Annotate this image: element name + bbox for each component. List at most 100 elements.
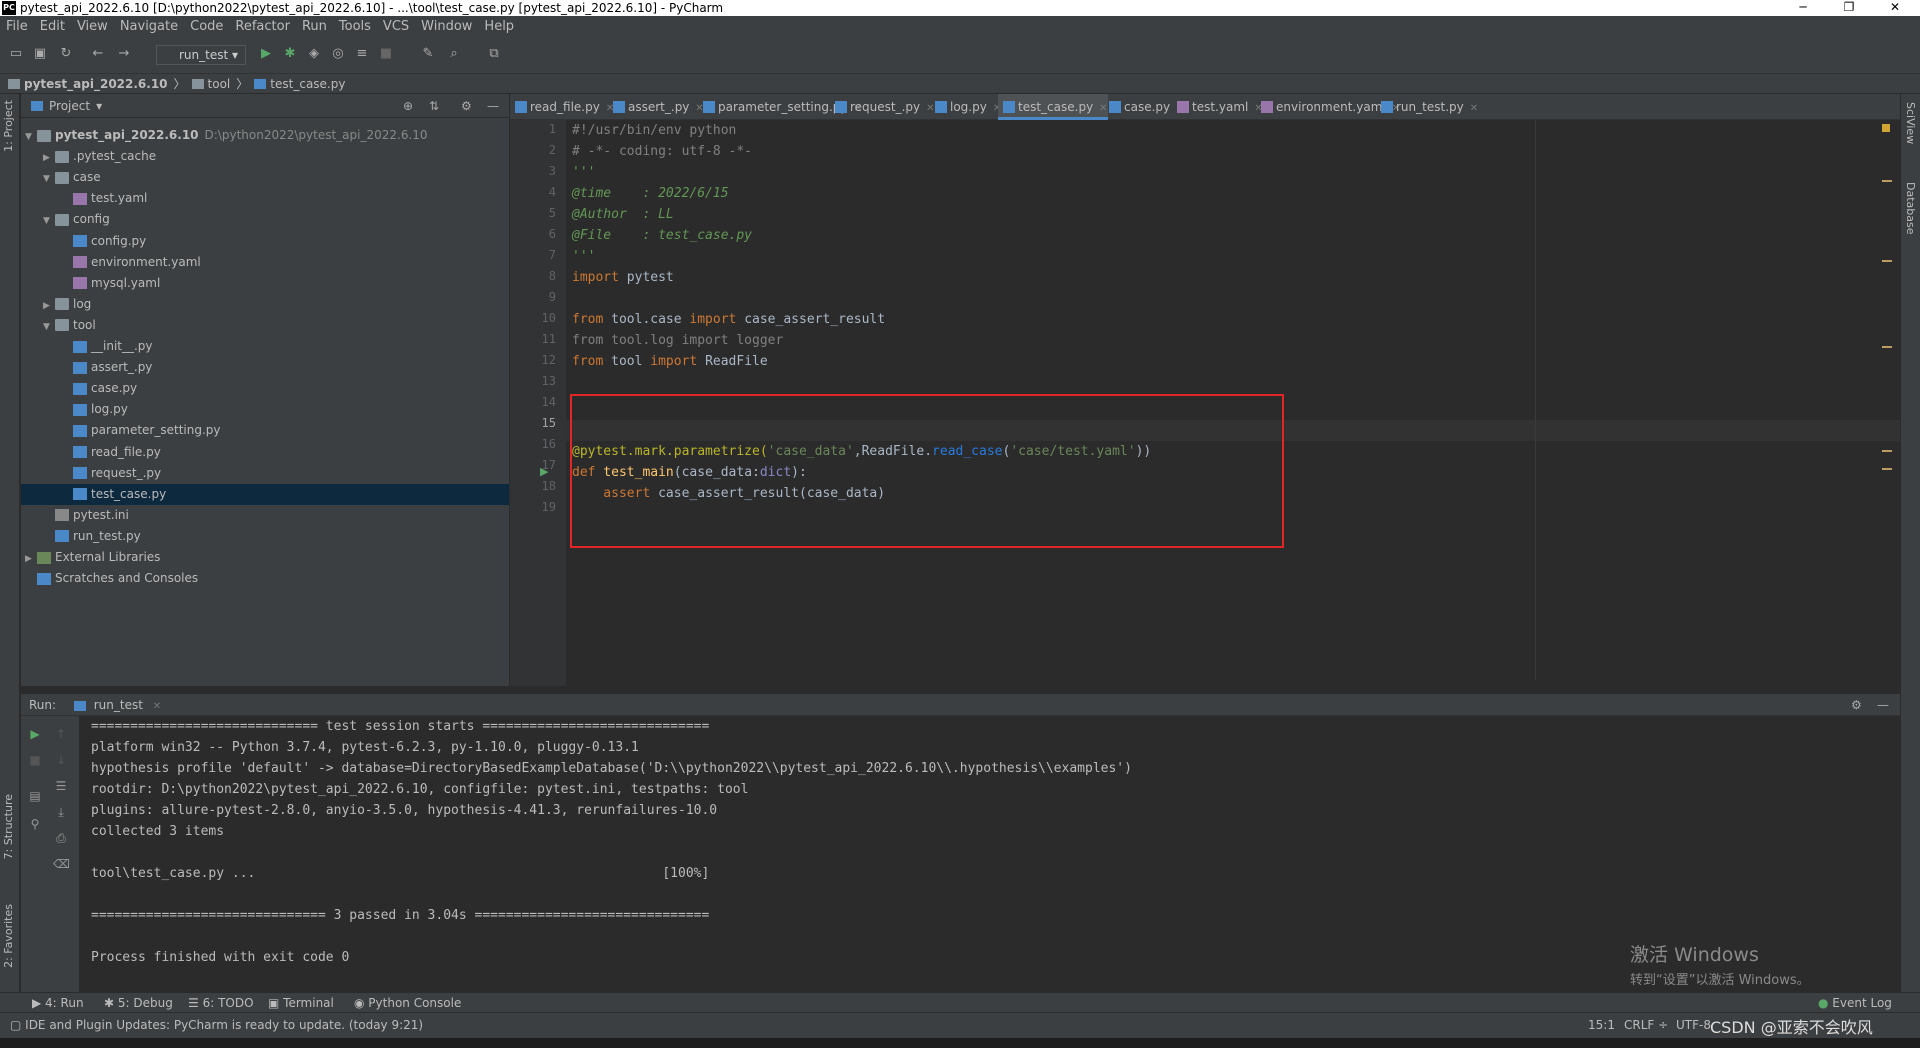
profile-icon[interactable]: ◎ [330, 46, 346, 62]
tree-item[interactable]: config.py [61, 231, 146, 252]
tree-item[interactable]: environment.yaml [61, 252, 201, 273]
tree-item[interactable]: ▼ config [43, 209, 110, 230]
code-line-6[interactable]: @File : test_case.py [572, 225, 752, 246]
warning-icon[interactable] [1882, 124, 1890, 132]
close-button[interactable]: ✕ [1872, 0, 1918, 16]
tab-todo[interactable]: ☰ 6: TODO [188, 993, 254, 1013]
code-line-7[interactable]: ''' [572, 246, 595, 267]
menu-refactor[interactable]: Refactor [235, 19, 290, 34]
tab-run[interactable]: ▶ 4: Run [32, 993, 84, 1013]
run-icon[interactable]: ▶ [258, 46, 274, 62]
sciview-tool-tab[interactable]: SciView [1904, 102, 1917, 144]
chevron-right-icon[interactable]: ▶ [25, 549, 37, 570]
chevron-right-icon[interactable]: ▶ [43, 296, 55, 317]
menu-file[interactable]: File [6, 19, 28, 34]
tree-item[interactable]: log.py [61, 399, 128, 420]
menu-window[interactable]: Window [421, 19, 472, 34]
close-icon[interactable]: ✕ [153, 701, 161, 712]
tree-item[interactable]: assert_.py [61, 357, 152, 378]
code-line-12[interactable]: from tool import ReadFile [572, 351, 768, 372]
tree-item[interactable]: ▶ External Libraries [25, 547, 160, 568]
breadcrumb-project[interactable]: pytest_api_2022.6.10 [24, 77, 168, 91]
code-line-4[interactable]: @time : 2022/6/15 [572, 183, 729, 204]
trash-icon[interactable]: ⌫ [53, 856, 70, 872]
tree-item[interactable]: request_.py [61, 463, 161, 484]
chevron-down-icon[interactable]: ▾ [96, 99, 102, 113]
code-line-1[interactable]: #!/usr/bin/env python [572, 120, 736, 141]
scroll-marker[interactable] [1882, 346, 1892, 348]
breadcrumb-tool[interactable]: tool [208, 77, 231, 91]
tab-file[interactable]: request_.py ✕ [830, 94, 935, 120]
forward-icon[interactable]: → [116, 46, 132, 62]
tab-file[interactable]: test.yaml ✕ [1172, 94, 1263, 120]
favorites-tool-tab[interactable]: 2: Favorites [2, 904, 15, 968]
code-line-8[interactable]: import pytest [572, 267, 674, 288]
structure-tool-tab[interactable]: 7: Structure [2, 794, 15, 859]
chevron-down-icon[interactable]: ▼ [43, 169, 55, 190]
console-output[interactable]: ============================= test sessi… [91, 716, 1132, 968]
sync-icon[interactable]: ↻ [58, 46, 74, 62]
code-line-5[interactable]: @Author : LL [572, 204, 674, 225]
code-line-11[interactable]: from tool.log import logger [572, 330, 783, 351]
status-panel-icon[interactable]: ▢ [10, 1018, 25, 1032]
up-icon[interactable]: ↑ [53, 726, 69, 742]
tab-file[interactable]: read_file.py ✕ [510, 94, 614, 120]
tab-file[interactable]: log.py✕ [930, 94, 1001, 120]
stop-icon[interactable]: ■ [378, 46, 394, 62]
collapse-icon[interactable]: ⇅ [429, 99, 439, 113]
scroll-marker[interactable] [1882, 260, 1892, 262]
run-config-select[interactable]: run_test ▾ [156, 45, 246, 65]
menu-run[interactable]: Run [302, 19, 327, 34]
restore-button[interactable]: ❐ [1826, 0, 1872, 16]
scroll-marker[interactable] [1882, 450, 1892, 452]
tree-item[interactable]: case.py [61, 378, 137, 399]
tab-terminal[interactable]: ▣ Terminal [268, 993, 334, 1013]
tab-python-console[interactable]: ◉ Python Console [354, 993, 461, 1013]
rerun-icon[interactable]: ▶ [27, 726, 43, 742]
tab-file[interactable]: test_case.py ✕ [998, 94, 1108, 120]
tree-item[interactable]: ▼ case [43, 167, 101, 188]
open-folder-icon[interactable]: ▭ [8, 46, 24, 62]
gear-icon[interactable]: ⚙ [461, 99, 472, 113]
menu-code[interactable]: Code [190, 19, 223, 34]
menu-view[interactable]: View [77, 19, 108, 34]
menu-edit[interactable]: Edit [40, 19, 65, 34]
search-icon[interactable]: ⌕ [446, 46, 462, 62]
layout-icon[interactable]: ▤ [27, 788, 43, 804]
breadcrumb-file[interactable]: test_case.py [270, 77, 345, 91]
tree-item[interactable]: parameter_setting.py [61, 420, 221, 441]
tree-item[interactable]: __init__.py [61, 336, 153, 357]
tree-item[interactable]: pytest.ini [43, 505, 129, 526]
tab-debug[interactable]: ✱ 5: Debug [104, 993, 173, 1013]
chevron-down-icon[interactable]: ▼ [43, 211, 55, 232]
tree-item[interactable]: ▼ tool [43, 315, 96, 336]
concurrency-icon[interactable]: ≡ [354, 46, 370, 62]
code-line-3[interactable]: ''' [572, 162, 595, 183]
soft-wrap-icon[interactable]: ☰ [53, 778, 69, 794]
save-icon[interactable]: ▣ [32, 46, 48, 62]
run-gutter-icon[interactable]: ▶ [540, 465, 548, 478]
line-separator[interactable]: CRLF ÷ [1624, 1013, 1668, 1037]
database-tool-tab[interactable]: Database [1904, 182, 1917, 235]
back-icon[interactable]: ← [90, 46, 106, 62]
scroll-marker[interactable] [1882, 180, 1892, 182]
tab-file[interactable]: run_test.py ✕ [1376, 94, 1478, 120]
hide-icon[interactable]: — [1877, 694, 1889, 716]
status-message[interactable]: IDE and Plugin Updates: PyCharm is ready… [25, 1018, 423, 1032]
code-line-2[interactable]: # -*- coding: utf-8 -*- [572, 141, 752, 162]
tree-item[interactable]: ▼ pytest_api_2022.6.10 D:\python2022\pytes… [25, 125, 428, 146]
tree-item[interactable]: read_file.py [61, 442, 161, 463]
code-line-10[interactable]: from tool.case import case_assert_result [572, 309, 885, 330]
wrench-icon[interactable]: ✎ [420, 46, 436, 62]
minimize-button[interactable]: ─ [1780, 0, 1826, 16]
event-log-button[interactable]: ● Event Log [1818, 993, 1892, 1013]
hide-icon[interactable]: — [487, 99, 499, 113]
run-config-tab[interactable]: run_test [94, 698, 143, 712]
print-icon[interactable]: ⎙ [53, 830, 69, 846]
chevron-down-icon[interactable]: ▼ [43, 317, 55, 338]
gear-icon[interactable]: ⚙ [1851, 694, 1862, 716]
project-view-select[interactable]: Project [49, 99, 90, 113]
project-tool-tab[interactable]: 1: Project [2, 100, 15, 152]
chevron-right-icon[interactable]: ▶ [43, 148, 55, 169]
down-icon[interactable]: ↓ [53, 752, 69, 768]
